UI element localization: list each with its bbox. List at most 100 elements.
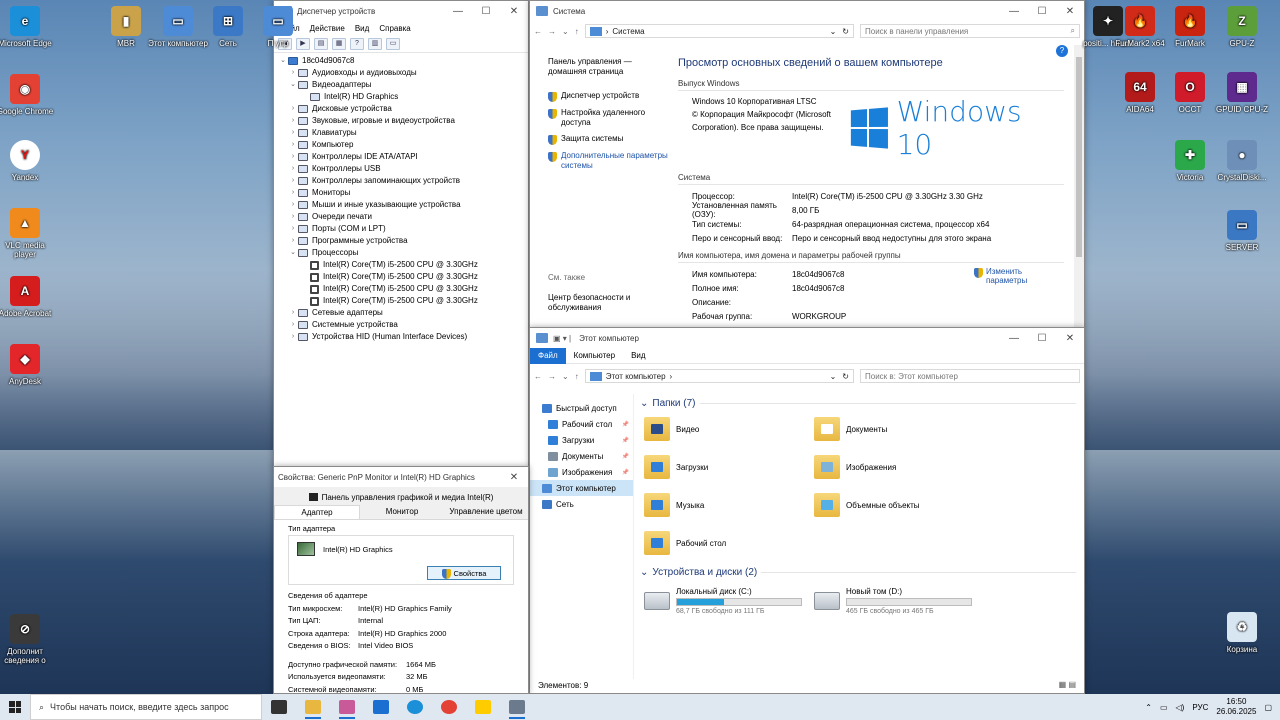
chevron-right-icon[interactable]: › — [288, 127, 298, 139]
chevron-up-icon[interactable]: ⌃ — [1145, 703, 1152, 712]
minimize-button[interactable]: — — [1000, 328, 1028, 348]
tree-node[interactable]: › Сетевые адаптеры — [278, 307, 524, 319]
folder-item[interactable]: Документы — [814, 415, 984, 443]
refresh-icon[interactable]: ↻ — [842, 372, 849, 381]
tab-управление-цветом[interactable]: Управление цветом — [444, 505, 528, 519]
chevron-right-icon[interactable]: › — [288, 103, 298, 115]
desktop-icon[interactable]: ▦ GPUID CPU-Z — [1212, 72, 1272, 114]
minimize-button[interactable]: — — [444, 1, 472, 21]
chevron-right-icon[interactable]: › — [288, 187, 298, 199]
pin-icon[interactable]: 📌 — [622, 453, 629, 460]
drives-group-header[interactable]: ⌄ Устройства и диски (2) — [640, 567, 1084, 578]
maximize-button[interactable]: ☐ — [472, 1, 500, 21]
desktop-icon[interactable]: Y Yandex — [0, 140, 55, 182]
chevron-right-icon[interactable]: › — [288, 115, 298, 127]
nav-item[interactable]: Быстрый доступ — [542, 400, 633, 416]
sidebar-link-2[interactable]: Защита системы — [548, 134, 670, 145]
volume-icon[interactable]: ◁) — [1176, 703, 1185, 712]
forward-arrow-icon[interactable]: → — [548, 27, 556, 36]
help-icon[interactable]: ? — [350, 38, 364, 50]
chevron-right-icon[interactable]: › — [288, 331, 298, 343]
file-explorer-taskbar-button[interactable] — [296, 694, 330, 720]
language-indicator[interactable]: РУС — [1192, 703, 1208, 712]
grid-icon[interactable]: ▦ — [332, 38, 346, 50]
nav-item[interactable]: Рабочий стол 📌 — [542, 416, 633, 432]
nav-item[interactable]: Документы 📌 — [542, 448, 633, 464]
dialog-titlebar[interactable]: Свойства: Generic PnP Monitor и Intel(R)… — [274, 467, 528, 487]
desktop-icon[interactable]: ● CrystalDiski... — [1212, 140, 1272, 182]
folder-item[interactable]: Видео — [644, 415, 814, 443]
pin-icon[interactable]: 📌 — [622, 469, 629, 476]
chevron-down-icon[interactable] — [1068, 348, 1084, 364]
chevron-down-icon[interactable]: ⌄ — [288, 247, 298, 259]
desktop-icon[interactable]: O OCCT — [1160, 72, 1220, 114]
address-field[interactable]: › Система ⌄ ↻ — [584, 24, 854, 38]
task-view-taskbar-button[interactable] — [262, 694, 296, 720]
refresh-icon[interactable]: ↻ — [842, 27, 849, 36]
back-arrow-icon[interactable]: ← — [534, 372, 542, 381]
tab-компьютер[interactable]: Компьютер — [566, 348, 623, 364]
chevron-down-icon[interactable]: ⌄ — [278, 55, 288, 67]
chrome-taskbar-button[interactable] — [432, 694, 466, 720]
nav-item[interactable]: Изображения 📌 — [542, 464, 633, 480]
tree-node[interactable]: › Системные устройства — [278, 319, 524, 331]
tree-node[interactable]: › Контроллеры IDE ATA/ATAPI — [278, 151, 524, 163]
tree-node[interactable]: ⌄ Процессоры — [278, 247, 524, 259]
tree-node[interactable]: › Дисковые устройства — [278, 103, 524, 115]
desktop-icon[interactable]: ▲ VLC media player — [0, 208, 55, 259]
nav-item[interactable]: Этот компьютер — [530, 480, 633, 496]
tree-node[interactable]: › Программные устройства — [278, 235, 524, 247]
chevron-right-icon[interactable]: › — [288, 223, 298, 235]
tree-node[interactable]: › Мыши и иные указывающие устройства — [278, 199, 524, 211]
tree-node[interactable]: ⌄ Видеоадаптеры — [278, 79, 524, 91]
maximize-button[interactable]: ☐ — [1028, 1, 1056, 21]
explorer-titlebar[interactable]: ▣ ▾ | Этот компьютер — ☐ ✕ — [530, 328, 1084, 348]
tab-intel-panel[interactable]: Панель управления графикой и медиа Intel… — [274, 487, 528, 502]
sidebar-link-3[interactable]: Дополнительные параметры системы — [548, 151, 670, 171]
system-scrollbar[interactable] — [1074, 45, 1084, 327]
chevron-down-icon[interactable]: ⌄ — [288, 79, 298, 91]
chevron-right-icon[interactable]: › — [288, 211, 298, 223]
tree-node[interactable]: › Звуковые, игровые и видеоустройства — [278, 115, 524, 127]
up-arrow-icon[interactable]: ↑ — [575, 27, 579, 36]
system-control-taskbar-button[interactable] — [330, 694, 364, 720]
tree-node[interactable]: › Устройства HID (Human Interface Devices… — [278, 331, 524, 343]
tree-node[interactable]: › Очереди печати — [278, 211, 524, 223]
chevron-right-icon[interactable]: › — [288, 163, 298, 175]
minimize-button[interactable]: — — [1000, 1, 1028, 21]
folder-item[interactable]: Изображения — [814, 453, 984, 481]
chevron-right-icon[interactable]: › — [288, 175, 298, 187]
menu-item-справка[interactable]: Справка — [379, 24, 410, 33]
details-icon[interactable]: ▥ — [368, 38, 382, 50]
tree-node[interactable]: › Мониторы — [278, 187, 524, 199]
notifications-icon[interactable]: ▢ — [1264, 703, 1272, 712]
tree-node[interactable]: › Контроллеры USB — [278, 163, 524, 175]
close-button[interactable]: ✕ — [500, 467, 528, 487]
tree-root[interactable]: ⌄ 18c04d9067c8 — [278, 55, 524, 67]
chevron-down-icon[interactable]: ⌄ — [830, 372, 837, 381]
monitor-icon[interactable]: ▭ — [386, 38, 400, 50]
quick-access-toolbar[interactable]: ▣ ▾ | — [553, 334, 571, 343]
back-arrow-icon[interactable]: ← — [534, 27, 542, 36]
nav-item[interactable]: Загрузки 📌 — [542, 432, 633, 448]
folder-item[interactable]: Загрузки — [644, 453, 814, 481]
edge-taskbar-button[interactable] — [398, 694, 432, 720]
folder-item[interactable]: Рабочий стол — [644, 529, 814, 557]
up-arrow-icon[interactable]: ↑ — [575, 372, 579, 381]
device-manager-titlebar[interactable]: Диспетчер устройств — ☐ ✕ — [274, 1, 528, 21]
desktop-icon[interactable]: ▮ MBR — [96, 6, 156, 48]
desktop-icon[interactable]: e Microsoft Edge — [0, 6, 55, 48]
desktop-icon[interactable]: ♻ Корзина — [1212, 612, 1272, 654]
chevron-down-icon[interactable]: ⌄ — [562, 372, 569, 381]
pin-icon[interactable]: 📌 — [622, 437, 629, 444]
desktop-icon[interactable]: ⊘ Дополнит сведения о — [0, 614, 55, 665]
tree-node[interactable]: Intel(R) HD Graphics — [278, 91, 524, 103]
tab-адаптер[interactable]: Адаптер — [274, 505, 360, 519]
folder-item[interactable]: Музыка — [644, 491, 814, 519]
sidebar-link-1[interactable]: Настройка удаленного доступа — [548, 108, 670, 128]
search-input[interactable]: Поиск в: Этот компьютер — [860, 369, 1080, 383]
maximize-button[interactable]: ☐ — [1028, 328, 1056, 348]
forward-arrow-icon[interactable]: → — [548, 372, 556, 381]
taskbar-search-input[interactable]: ⌕ Чтобы начать поиск, введите здесь запр… — [30, 694, 262, 720]
tab-монитор[interactable]: Монитор — [360, 505, 444, 519]
